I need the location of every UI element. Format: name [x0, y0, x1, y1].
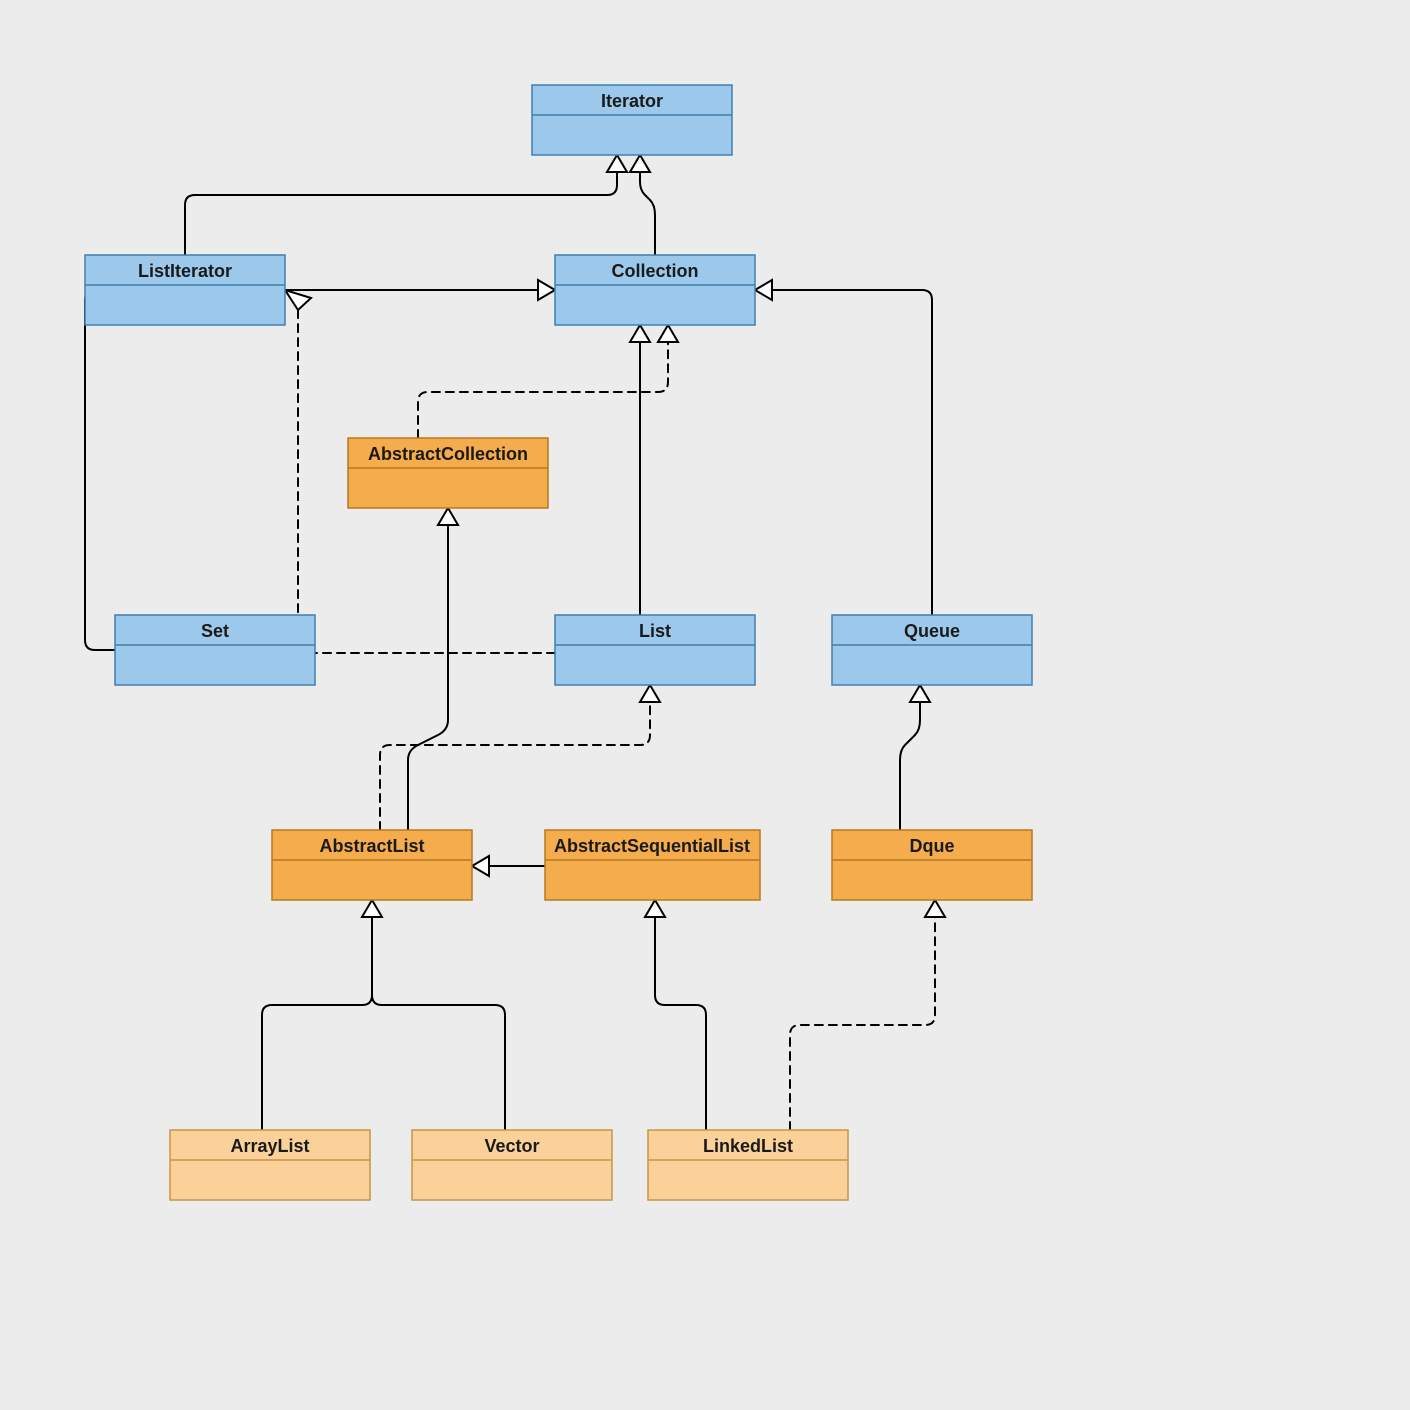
node-iterator-label: Iterator — [601, 91, 663, 111]
node-iterator: Iterator — [532, 85, 732, 155]
node-collection: Collection — [555, 255, 755, 325]
edge-collection-iterator — [630, 155, 655, 255]
node-queue: Queue — [832, 615, 1032, 685]
node-abstractcollection-label: AbstractCollection — [368, 444, 528, 464]
node-abstractlist-label: AbstractList — [319, 836, 424, 856]
edge-abstractlist-list — [380, 685, 660, 830]
node-list: List — [555, 615, 755, 685]
node-abstractcollection: AbstractCollection — [348, 438, 548, 508]
edge-dque-queue — [900, 685, 930, 830]
uml-diagram: Iterator ListIterator Collection Abstrac… — [0, 0, 1410, 1410]
node-linkedlist: LinkedList — [648, 1130, 848, 1200]
node-abstractsequentiallist: AbstractSequentialList — [545, 830, 760, 900]
edge-arraylist-abstractlist — [262, 900, 382, 1130]
node-queue-label: Queue — [904, 621, 960, 641]
node-abstractsequentiallist-label: AbstractSequentialList — [554, 836, 750, 856]
edge-list-collection — [630, 325, 650, 615]
node-list-label: List — [639, 621, 671, 641]
edge-abstractsequentiallist-abstractlist — [472, 856, 545, 876]
node-set: Set — [115, 615, 315, 685]
node-set-label: Set — [201, 621, 229, 641]
edge-queue-collection — [755, 280, 932, 615]
nodes: Iterator ListIterator Collection Abstrac… — [85, 85, 1032, 1200]
edge-abstractlist-abstractcollection — [408, 508, 458, 830]
node-dque-label: Dque — [910, 836, 955, 856]
node-arraylist-label: ArrayList — [230, 1136, 309, 1156]
edge-vector-abstractlist — [372, 918, 505, 1130]
edge-listiterator-iterator — [185, 155, 627, 255]
node-vector: Vector — [412, 1130, 612, 1200]
node-listiterator: ListIterator — [85, 255, 285, 325]
node-vector-label: Vector — [484, 1136, 539, 1156]
node-linkedlist-label: LinkedList — [703, 1136, 793, 1156]
node-dque: Dque — [832, 830, 1032, 900]
node-collection-label: Collection — [611, 261, 698, 281]
edge-linkedlist-abstractsequentiallist — [645, 900, 706, 1130]
node-arraylist: ArrayList — [170, 1130, 370, 1200]
node-listiterator-label: ListIterator — [138, 261, 232, 281]
edge-linkedlist-dque — [790, 900, 945, 1130]
node-abstractlist: AbstractList — [272, 830, 472, 900]
